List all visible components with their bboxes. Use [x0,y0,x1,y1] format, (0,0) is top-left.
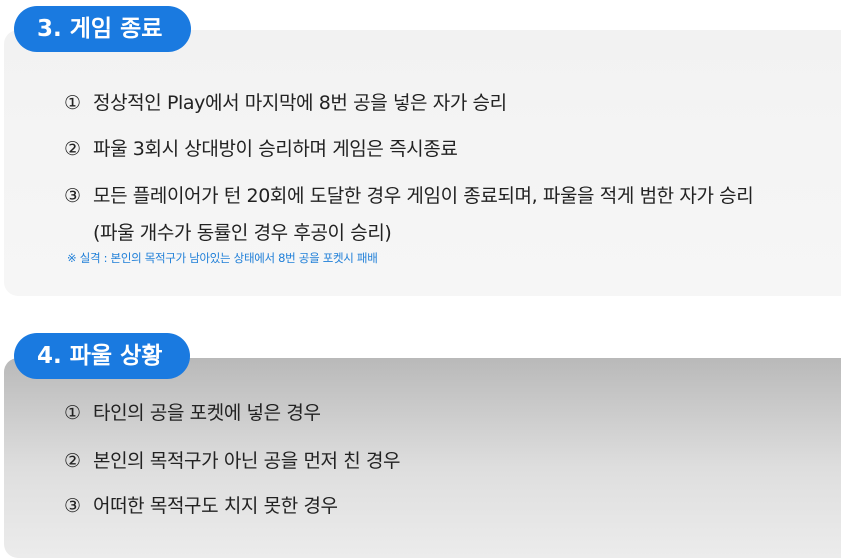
foul-rule-1: ① 타인의 공을 포켓에 넣은 경우 [64,401,321,425]
rule-number: ③ [64,495,81,517]
rule-text: 본인의 목적구가 아닌 공을 먼저 친 경우 [93,450,401,472]
section-title-foul: 4. 파울 상황 [14,333,190,379]
game-end-rule-2: ② 파울 3회시 상대방이 승리하며 게임은 즉시종료 [64,137,458,161]
rule-text: 정상적인 Play에서 마지막에 8번 공을 넣은 자가 승리 [93,92,507,114]
disqualification-note: ※ 실격 : 본인의 목적구가 남아있는 상태에서 8번 공을 포켓시 패배 [67,251,378,265]
rule-text: 모든 플레이어가 턴 20회에 도달한 경우 게임이 종료되며, 파울을 적게 … [93,185,754,207]
foul-rule-3: ③ 어떠한 목적구도 치지 못한 경우 [64,494,338,518]
rule-text: 타인의 공을 포켓에 넣은 경우 [93,402,321,424]
rule-number: ① [64,402,81,424]
rule-text: 파울 3회시 상대방이 승리하며 게임은 즉시종료 [93,138,458,160]
rule-number: ② [64,138,81,160]
section-title-game-end: 3. 게임 종료 [14,6,191,52]
game-end-rule-1: ① 정상적인 Play에서 마지막에 8번 공을 넣은 자가 승리 [64,91,507,115]
rule-number: ① [64,92,81,114]
game-end-rule-3-continuation: (파울 개수가 동률인 경우 후공이 승리) [93,222,392,244]
rule-text: 어떠한 목적구도 치지 못한 경우 [93,495,338,517]
game-end-rule-3: ③ 모든 플레이어가 턴 20회에 도달한 경우 게임이 종료되며, 파울을 적게… [64,184,754,208]
rule-number: ③ [64,185,81,207]
foul-rule-2: ② 본인의 목적구가 아닌 공을 먼저 친 경우 [64,449,401,473]
rule-number: ② [64,450,81,472]
